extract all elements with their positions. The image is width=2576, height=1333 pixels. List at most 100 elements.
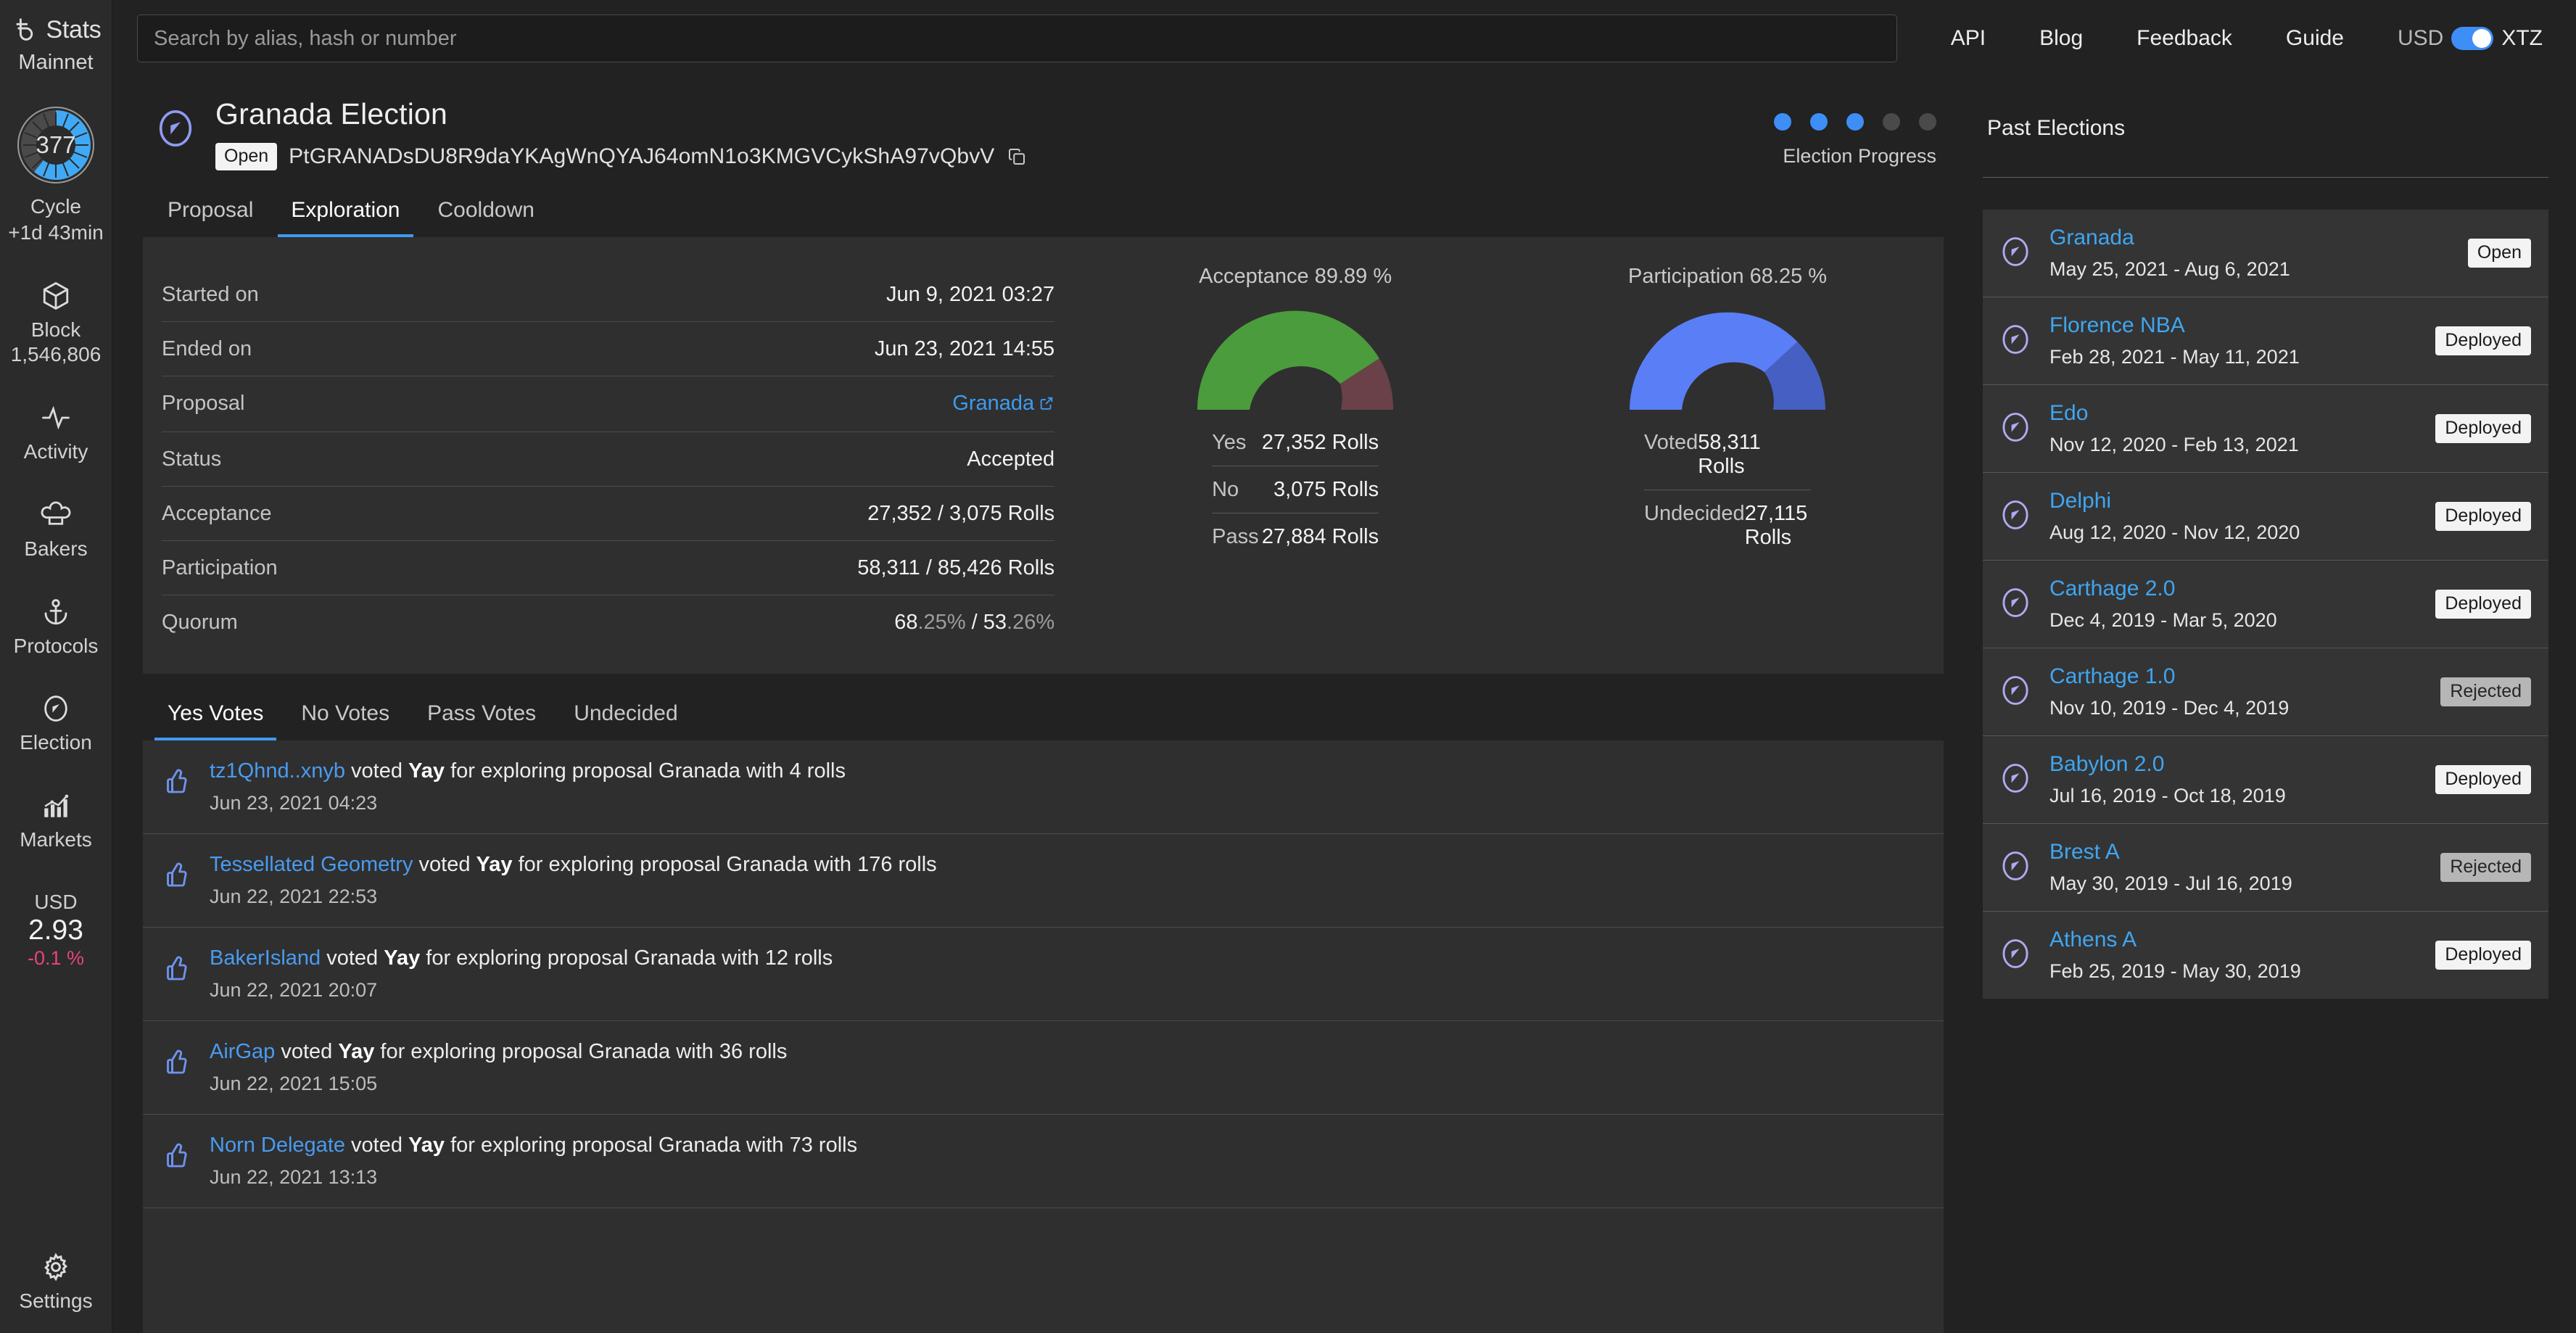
table-row[interactable]: tz1Qhnd..xnyb voted Yay for exploring pr… [143, 740, 1944, 834]
election-name-link[interactable]: Florence NBA [2049, 313, 2300, 338]
tab-yes-votes[interactable]: Yes Votes [154, 694, 277, 740]
election-name-link[interactable]: Carthage 2.0 [2049, 577, 2277, 601]
progress-dot-1 [1774, 113, 1791, 131]
election-progress-dots [1774, 113, 1936, 131]
table-row[interactable]: Tessellated Geometry voted Yay for explo… [143, 834, 1944, 928]
vote-date: Jun 23, 2021 04:23 [210, 791, 378, 814]
top-link-blog[interactable]: Blog [2039, 26, 2083, 51]
participation-gauge-group: Participation 68.25 % Voted 58,311 Rolls [1511, 265, 1944, 649]
vote-date: Jun 22, 2021 15:05 [210, 1072, 378, 1094]
detail-value: 27,352 / 3,075 Rolls [867, 501, 1055, 525]
search-input[interactable] [154, 26, 1881, 51]
voter-link[interactable]: Norn Delegate [210, 1134, 345, 1157]
proposal-link[interactable]: Granada [952, 392, 1034, 415]
sidebar-item-election[interactable]: Election [0, 692, 112, 756]
price-value: 2.93 [28, 914, 83, 946]
voter-link[interactable]: BakerIsland [210, 946, 321, 970]
table-row[interactable]: BakerIsland voted Yay for exploring prop… [143, 928, 1944, 1021]
tab-undecided[interactable]: Undecided [561, 694, 690, 740]
list-item[interactable]: Edo Nov 12, 2020 - Feb 13, 2021 Deployed [1983, 385, 2548, 473]
tab-proposal[interactable]: Proposal [154, 191, 266, 237]
status-badge: Rejected [2440, 677, 2531, 706]
sidebar-item-activity[interactable]: Activity [0, 401, 112, 465]
detail-value: Jun 9, 2021 03:27 [886, 282, 1055, 306]
tab-cooldown[interactable]: Cooldown [425, 191, 548, 237]
election-dates: May 30, 2019 - Jul 16, 2019 [2049, 872, 2292, 894]
sidebar-item-markets[interactable]: Markets [0, 789, 112, 853]
vote-sentence: Norn Delegate voted Yay for exploring pr… [210, 1133, 858, 1157]
table-row[interactable]: Norn Delegate voted Yay for exploring pr… [143, 1115, 1944, 1208]
list-item: Undecided 27,115 Rolls [1644, 490, 1811, 561]
table-row: Acceptance 27,352 / 3,075 Rolls [162, 487, 1055, 541]
status-badge: Deployed [2435, 326, 2531, 355]
gauge-row-label: Pass [1212, 524, 1259, 548]
election-name-link[interactable]: Granada [2049, 226, 2290, 250]
table-row: Quorum 68.25% / 53.26% [162, 595, 1054, 649]
list-item[interactable]: Brest A May 30, 2019 - Jul 16, 2019 Reje… [1983, 824, 2548, 912]
table-row: Status Accepted [162, 432, 1055, 487]
compass-icon [41, 692, 71, 725]
currency-switch[interactable] [2451, 27, 2494, 50]
voter-link[interactable]: Tessellated Geometry [210, 853, 413, 876]
election-name-link[interactable]: Edo [2049, 401, 2299, 426]
top-link-guide[interactable]: Guide [2286, 26, 2344, 51]
divider [1983, 177, 2548, 178]
election-name-link[interactable]: Athens A [2049, 928, 2301, 952]
tab-exploration[interactable]: Exploration [278, 191, 413, 237]
election-name-link[interactable]: Babylon 2.0 [2049, 752, 2286, 777]
brand-logo-group[interactable]: Stats [11, 13, 102, 46]
sidebar-item-protocols-label: Protocols [13, 634, 99, 657]
election-name-link[interactable]: Carthage 1.0 [2049, 664, 2289, 689]
gear-icon [41, 1250, 71, 1284]
cube-icon [41, 279, 71, 313]
tezos-logo-icon [16, 18, 33, 41]
acceptance-gauge-title: Acceptance 89.89 % [1199, 264, 1392, 288]
vote-date: Jun 22, 2021 13:13 [210, 1165, 378, 1188]
search-box[interactable] [137, 15, 1897, 62]
detail-value: 58,311 / 85,426 Rolls [857, 556, 1055, 579]
sidebar-item-block-label: Block 1,546,806 [10, 318, 102, 366]
top-link-feedback[interactable]: Feedback [2137, 26, 2232, 51]
past-elections-column: Past Elections Granada May 25, 2021 - Au… [1974, 77, 2576, 1333]
status-badge: Rejected [2440, 853, 2531, 882]
voter-link[interactable]: AirGap [210, 1040, 275, 1063]
table-row[interactable]: AirGap voted Yay for exploring proposal … [143, 1021, 1944, 1115]
election-dates: Nov 10, 2019 - Dec 4, 2019 [2049, 697, 2290, 719]
list-item[interactable]: Athens A Feb 25, 2019 - May 30, 2019 Dep… [1983, 912, 2548, 999]
past-elections-title: Past Elections [1987, 116, 2126, 140]
vote-text: Tessellated Geometry voted Yay for explo… [210, 853, 937, 908]
top-link-api[interactable]: API [1951, 26, 1986, 51]
election-title-group: Granada Election Open PtGRANADsDU8R9daYK… [215, 97, 1028, 170]
list-item[interactable]: Babylon 2.0 Jul 16, 2019 - Oct 18, 2019 … [1983, 736, 2548, 824]
list-item[interactable]: Carthage 1.0 Nov 10, 2019 - Dec 4, 2019 … [1983, 648, 2548, 736]
participation-gauge-title: Participation 68.25 % [1628, 264, 1828, 288]
detail-value: Jun 23, 2021 14:55 [874, 337, 1055, 360]
top-links: API Blog Feedback Guide USD XTZ [1897, 26, 2543, 51]
sidebar: Stats Mainnet 377 Cycle +1d 43min Block … [0, 0, 112, 1333]
tab-no-votes[interactable]: No Votes [288, 694, 402, 740]
list-item[interactable]: Granada May 25, 2021 - Aug 6, 2021 Open [1983, 210, 2548, 297]
list-item[interactable]: Delphi Aug 12, 2020 - Nov 12, 2020 Deplo… [1983, 473, 2548, 561]
sidebar-item-settings[interactable]: Settings [0, 1250, 112, 1314]
votes-list: tz1Qhnd..xnyb voted Yay for exploring pr… [143, 740, 1944, 1333]
detail-key: Acceptance [162, 501, 272, 525]
currency-toggle[interactable]: USD XTZ [2398, 26, 2543, 51]
list-item[interactable]: Florence NBA Feb 28, 2021 - May 11, 2021… [1983, 297, 2548, 385]
sidebar-item-block[interactable]: Block 1,546,806 [0, 279, 112, 368]
election-info: Babylon 2.0 Jul 16, 2019 - Oct 18, 2019 [2049, 752, 2286, 807]
tab-pass-votes[interactable]: Pass Votes [414, 694, 549, 740]
detail-value-link[interactable]: Granada [952, 392, 1054, 417]
sidebar-item-bakers[interactable]: Bakers [0, 498, 112, 562]
election-dates: Nov 12, 2020 - Feb 13, 2021 [2049, 434, 2299, 455]
election-name-link[interactable]: Delphi [2049, 489, 2300, 513]
bar-chart-icon [41, 789, 71, 822]
sidebar-item-protocols[interactable]: Protocols [0, 595, 112, 659]
compass-icon [1999, 410, 2032, 447]
election-hash: PtGRANADsDU8R9daYKAgWnQYAJ64omN1o3KMGVCy… [289, 144, 995, 168]
voter-link[interactable]: tz1Qhnd..xnyb [210, 759, 345, 783]
election-name-link[interactable]: Brest A [2049, 840, 2292, 864]
vote-text: BakerIsland voted Yay for exploring prop… [210, 946, 833, 1002]
copy-icon[interactable] [1006, 146, 1028, 168]
gauge-charts: Acceptance 89.89 % Yes 27,352 Rolls No 3… [1079, 255, 1944, 649]
list-item[interactable]: Carthage 2.0 Dec 4, 2019 - Mar 5, 2020 D… [1983, 561, 2548, 648]
